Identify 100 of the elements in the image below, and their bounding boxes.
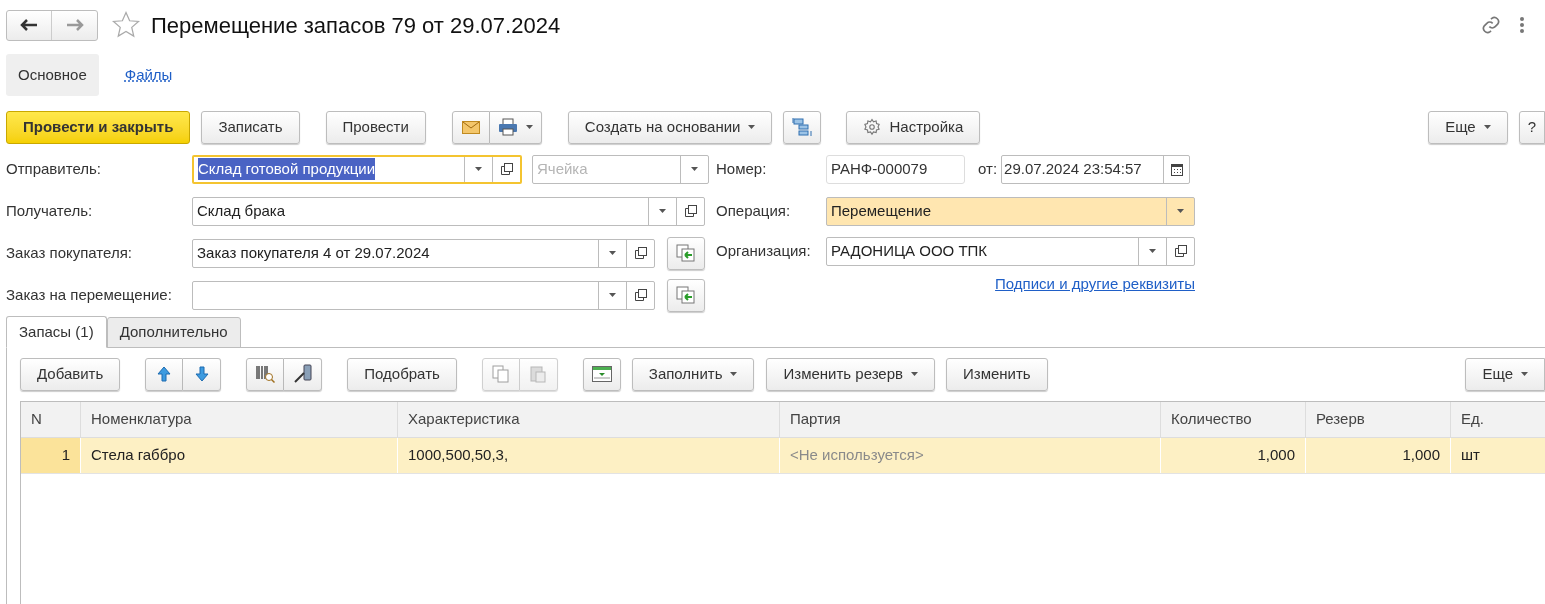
field-label: Номер: — [716, 159, 768, 180]
pick-button[interactable]: Подобрать — [347, 357, 457, 391]
command-button[interactable]: Записать — [201, 110, 300, 144]
table-cell: шт — [1451, 438, 1545, 473]
caret-icon — [659, 209, 666, 213]
arrow-up-icon — [157, 366, 172, 382]
table-cell: <Не используется> — [780, 438, 1161, 473]
printer-icon — [497, 118, 518, 136]
window-title: Перемещение запасов 79 от 29.07.2024 — [151, 11, 561, 40]
caret-icon — [911, 372, 918, 376]
caret-icon — [730, 372, 738, 376]
change-button[interactable]: Изменить — [946, 357, 1048, 391]
structure-button[interactable] — [783, 110, 822, 144]
field-value: Склад готовой продукции — [198, 157, 376, 181]
open-icon — [500, 163, 513, 175]
field-placeholder: Ячейка — [537, 158, 588, 179]
print-button[interactable] — [489, 110, 542, 144]
fill-icon — [676, 286, 696, 304]
input-field[interactable] — [192, 280, 655, 310]
field-label: Операция: — [716, 200, 792, 221]
input-field[interactable]: Склад готовой продукции — [192, 154, 522, 184]
field-label: от: — [978, 159, 998, 180]
table-cell: 1 — [21, 438, 81, 473]
column-header[interactable]: Количество — [1161, 402, 1306, 437]
more-button[interactable]: Еще — [1465, 357, 1545, 391]
input-field[interactable]: Склад брака — [192, 196, 705, 226]
details-link[interactable]: Подписи и другие реквизиты — [995, 272, 1195, 296]
operation-field[interactable]: Перемещение — [826, 196, 1195, 226]
favorite-button[interactable] — [111, 10, 141, 40]
add-button[interactable]: Добавить — [20, 357, 121, 391]
email-button[interactable] — [451, 110, 490, 144]
create-based-on-button[interactable]: Создать на основании — [567, 110, 773, 144]
hierarchy-icon — [792, 117, 813, 137]
field-value: РАДОНИЦА ООО ТПК — [831, 240, 988, 261]
more-icon[interactable] — [1519, 16, 1525, 34]
help-button[interactable]: ? — [1518, 110, 1545, 144]
calendar-icon — [1170, 163, 1183, 176]
caret-icon — [609, 251, 616, 255]
change-reserve-button[interactable]: Изменить резерв — [766, 357, 935, 391]
star-icon — [111, 10, 141, 40]
table-cell: 1,000 — [1306, 438, 1451, 473]
column-header[interactable]: Номенклатура — [81, 402, 398, 437]
more-button[interactable]: Еще — [1428, 110, 1508, 144]
caret-icon — [1177, 209, 1184, 213]
input-field[interactable]: Заказ покупателя 4 от 29.07.2024 — [192, 238, 655, 268]
table-cell: 1000,500,50,3, — [398, 438, 780, 473]
barcode-search-button[interactable] — [246, 357, 285, 391]
field-value: РАНФ-000079 — [831, 159, 928, 180]
field-label: Получатель: — [6, 200, 94, 221]
caret-icon — [609, 293, 616, 297]
column-header[interactable]: Характеристика — [398, 402, 780, 437]
table-fill-icon — [591, 366, 612, 382]
field-label: Заказ покупателя: — [6, 242, 133, 263]
column-header[interactable]: Резерв — [1306, 402, 1451, 437]
fill-table-button[interactable] — [582, 357, 621, 391]
input-field[interactable]: РАДОНИЦА ООО ТПК — [826, 236, 1195, 266]
scanner-button[interactable] — [284, 357, 323, 391]
scanner-icon — [292, 364, 313, 384]
settings-button[interactable]: Настройка — [846, 110, 981, 144]
column-header[interactable]: Ед. — [1451, 402, 1545, 437]
field-value: Заказ покупателя 4 от 29.07.2024 — [197, 242, 430, 263]
arrow-left-icon — [20, 19, 38, 31]
caret-icon — [748, 125, 756, 129]
tab[interactable]: Запасы (1) — [6, 316, 107, 348]
caret-icon — [475, 167, 482, 171]
date-field[interactable]: 29.07.2024 23:54:57 — [1001, 155, 1191, 184]
field-value: Перемещение — [831, 200, 931, 221]
caret-icon — [691, 167, 698, 171]
caret-icon — [1483, 125, 1491, 129]
caret-icon — [1521, 372, 1528, 376]
envelope-icon — [461, 120, 480, 134]
copy-icon — [491, 365, 510, 383]
gear-icon — [863, 118, 882, 136]
open-icon — [684, 205, 697, 217]
caret-icon — [525, 125, 533, 129]
move-down-button[interactable] — [183, 357, 222, 391]
section-tab[interactable]: Основное — [6, 54, 99, 96]
column-header[interactable]: Партия — [780, 402, 1161, 437]
column-header[interactable]: N — [21, 402, 81, 437]
link-icon[interactable] — [1481, 15, 1501, 35]
open-icon — [634, 247, 647, 259]
number-field[interactable]: РАНФ-000079 — [826, 155, 965, 184]
field-label: Отправитель: — [6, 158, 102, 179]
clipboard-icon — [529, 365, 548, 383]
field-value: Склад брака — [197, 200, 286, 221]
open-icon — [634, 289, 647, 301]
open-icon — [1174, 245, 1187, 257]
command-button[interactable]: Провести — [325, 110, 426, 144]
section-tab[interactable]: Файлы — [112, 54, 185, 96]
fill-button[interactable] — [667, 236, 705, 270]
fill-button[interactable] — [667, 278, 705, 312]
arrow-down-icon — [194, 366, 209, 382]
field-label: Заказ на перемещение: — [6, 284, 173, 305]
tab[interactable]: Дополнительно — [106, 317, 241, 348]
post-and-close-button[interactable]: Провести и закрыть — [6, 110, 191, 144]
fill-button[interactable]: Заполнить — [631, 357, 755, 391]
arrow-right-icon — [65, 19, 84, 31]
table-cell: Стела габбро — [81, 438, 398, 473]
move-up-button[interactable] — [145, 357, 184, 391]
table-row[interactable]: 1 Стела габбро 1000,500,50,3, <Не используется> 1,000 1,000 шт — [21, 438, 1545, 474]
